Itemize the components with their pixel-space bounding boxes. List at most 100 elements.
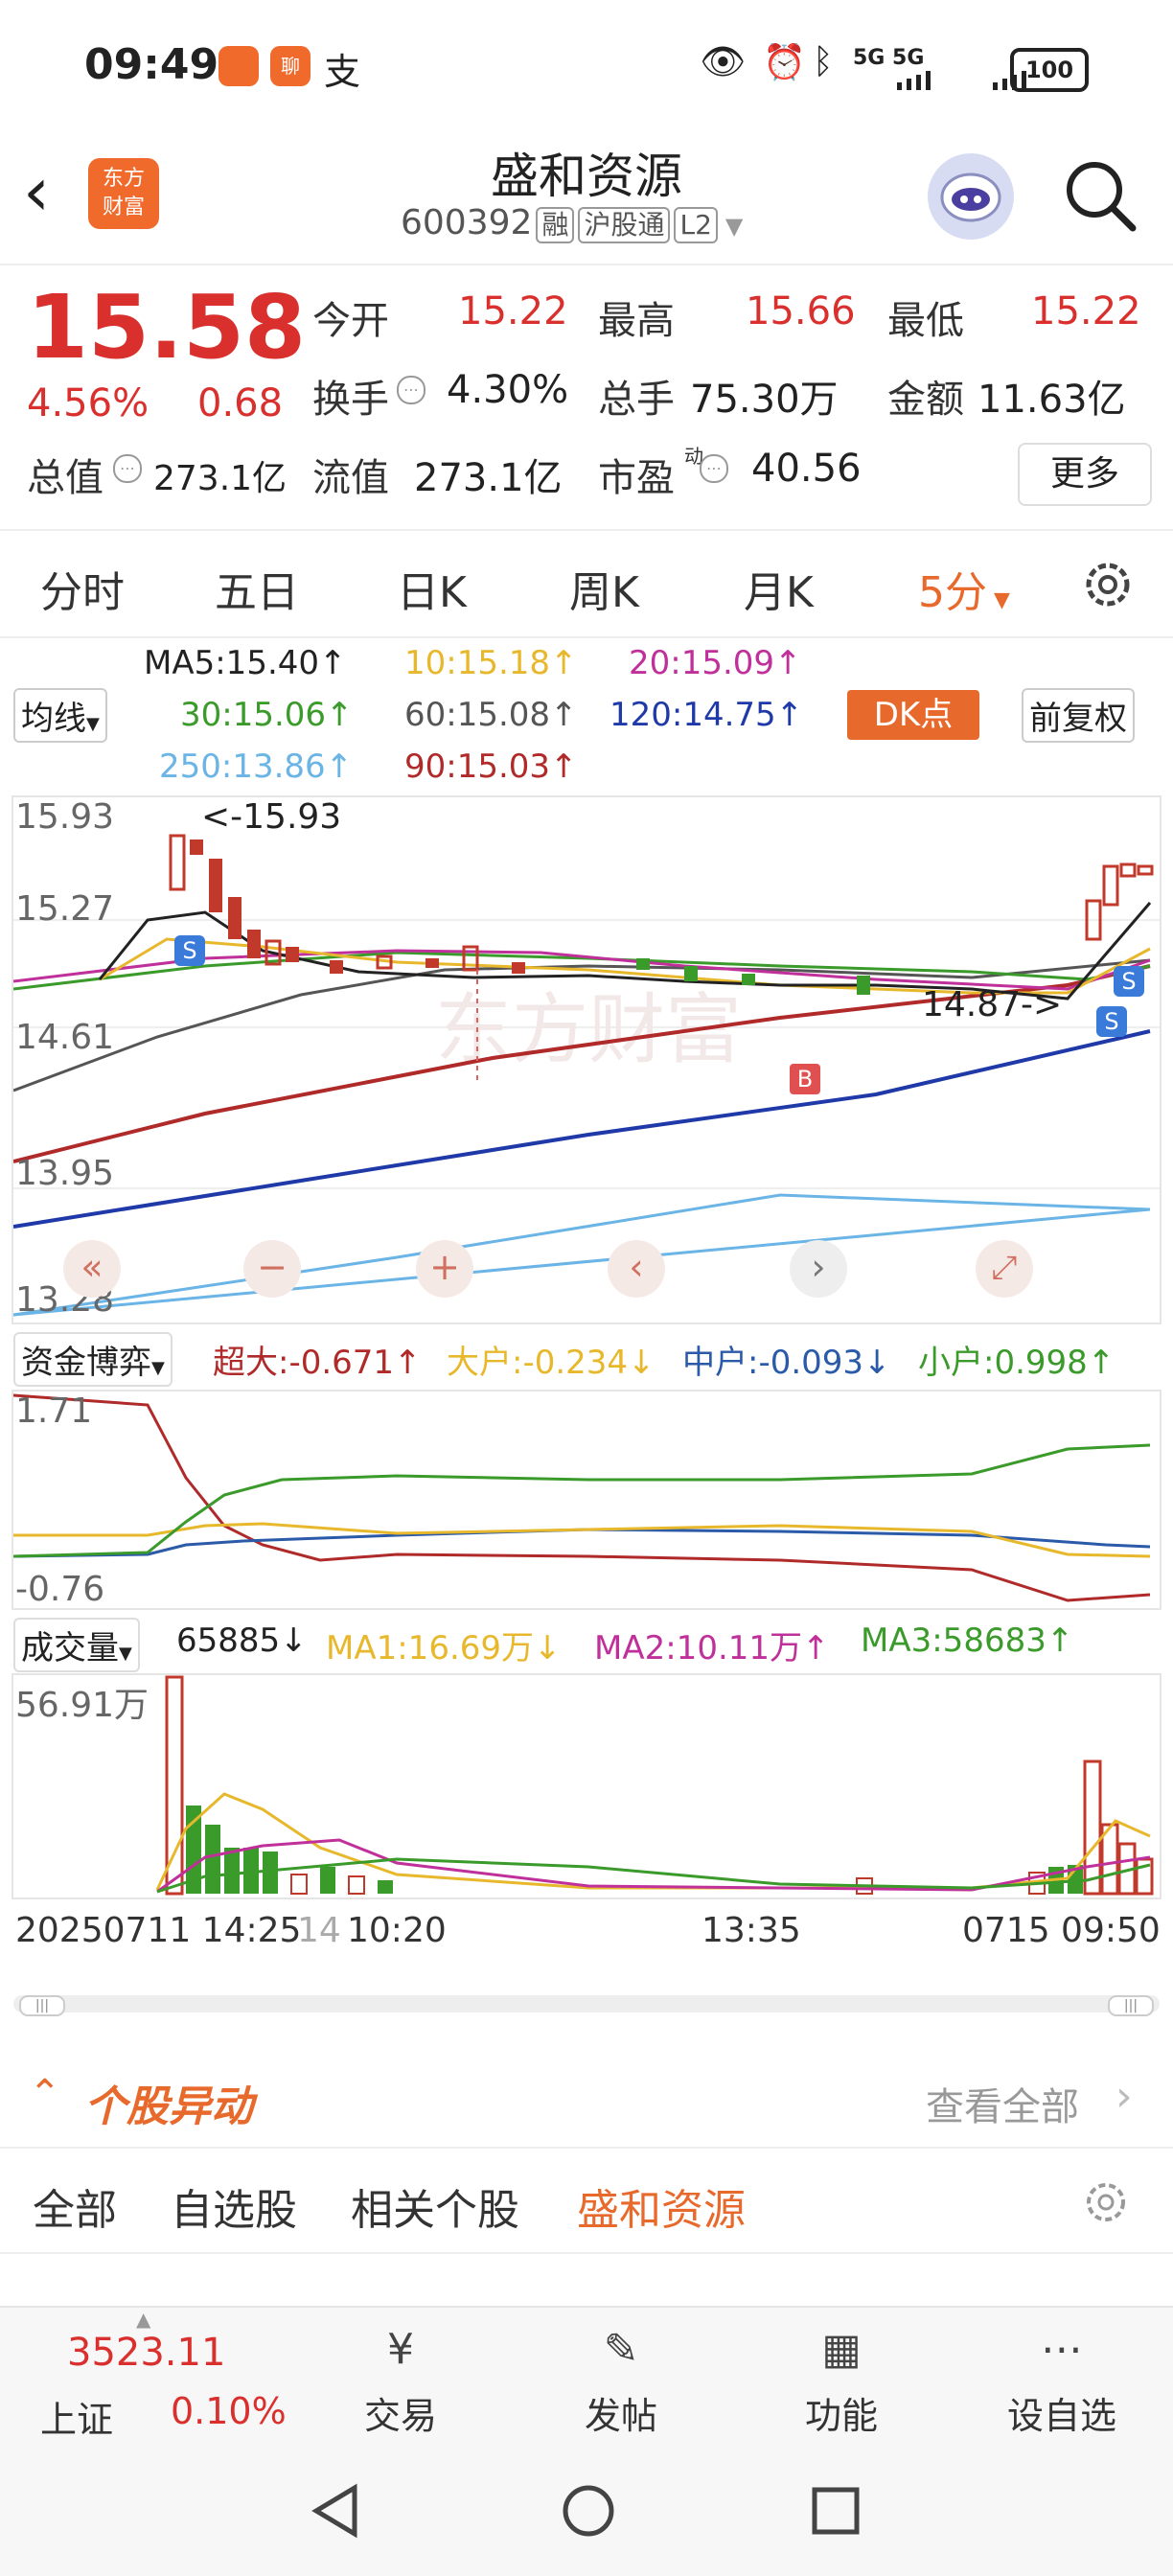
adjust-selector[interactable]: 前复权 [1022,688,1135,743]
alarm-icon: ⏰ [763,43,806,82]
view-all-link[interactable]: 查看全部 [926,2076,1079,2131]
fund-flow-chart[interactable]: 1.71 -0.76 [12,1390,1162,1610]
tab-weekly-k[interactable]: 周K [569,558,639,619]
expand-up-icon[interactable]: ▲ [136,2308,150,2331]
x-label-t2: 13:35 [702,1911,801,1950]
tab-five-day[interactable]: 五日 [215,558,299,619]
float-value: 273.1亿 [414,456,563,500]
zoom-out-icon[interactable]: − [243,1240,301,1298]
info-icon[interactable]: ⋯ [113,454,142,483]
volume-selector[interactable]: 成交量▼ [13,1618,140,1672]
mid-legend: 中户:-0.093↓ [682,1344,891,1382]
x-label-right: 0715 09:50 [962,1911,1161,1950]
bluetooth-icon: ᛒ [813,42,834,81]
filter-settings-icon[interactable] [1079,2175,1133,2233]
nav-add-watch[interactable]: ⋯ 设自选 [1004,2321,1119,2439]
index-change[interactable]: 0.10% [171,2390,287,2432]
battery-icon: 100 [1010,48,1089,92]
dropdown-arrow-icon: ▼ [119,1644,132,1664]
ma120-legend: 120:14.75↑ [610,696,804,734]
signal-icon: 5G 5G [853,46,925,70]
tab-daily-k[interactable]: 日K [397,558,467,619]
x-label-t1: 10:20 [347,1911,447,1950]
stock-header: ‹ 东方 财富 盛和资源 600392 融沪股通 L2 ▼ [0,134,1173,265]
low-label: 最低 [887,299,964,343]
alipay-notification-icon: 支 [324,51,361,93]
scroll-handle-right[interactable]: ||| [1108,1995,1154,2016]
ma60-legend: 60:15.08↑ [404,696,578,734]
rewind-icon[interactable]: « [63,1240,121,1298]
dropdown-arrow-icon: ▼ [724,213,744,240]
back-triangle-icon[interactable] [309,2482,362,2543]
zoom-in-icon[interactable]: + [416,1240,473,1298]
period-tabs: 分时 五日 日K 周K 月K 5分 ▼ [0,529,1173,638]
dk-point-button[interactable]: DK点 [847,690,979,740]
stock-code: 600392 [401,203,533,242]
y-label-3: 14.61 [15,1018,115,1057]
home-circle-icon[interactable] [560,2482,617,2543]
stock-alerts-header: ⌃ 个股异动 查看全部 › [0,2051,1173,2149]
y-label-4: 13.95 [15,1154,115,1193]
tab-monthly-k[interactable]: 月K [744,558,814,619]
info-icon[interactable]: ⋯ [700,454,728,483]
fund-selector[interactable]: 资金博弈▼ [13,1332,172,1387]
filter-current-stock[interactable]: 盛和资源 [577,2175,746,2237]
more-button[interactable]: 更多 [1018,443,1152,506]
chat-notification-icon: 聊 [270,46,310,86]
volume-label: 总手 [598,378,675,422]
alert-filter-tabs: 全部 自选股 相关个股 盛和资源 [0,2147,1173,2254]
search-icon[interactable] [1062,157,1138,238]
yen-cycle-icon: ¥ [387,2325,414,2374]
dropdown-arrow-icon: ▼ [987,588,1010,612]
chart-scrollbar[interactable] [13,1995,1160,2012]
tab-5min[interactable]: 5分 ▼ [918,558,1010,619]
ma90-legend: 90:15.03↑ [404,748,578,786]
volume-chart[interactable]: 56.91万 [12,1673,1162,1899]
svg-text:S: S [182,937,196,964]
stock-code-row[interactable]: 600392 融沪股通 L2 ▼ [401,203,743,243]
change-percent: 4.56% [27,381,150,426]
low-marker: 14.87-> [922,985,1063,1024]
x-label-separator: 14 [297,1911,341,1950]
chevron-right-icon[interactable]: › [1116,2072,1133,2121]
dropdown-arrow-icon: ▼ [151,1358,165,1378]
nav-post[interactable]: ✎ 发帖 [564,2321,678,2439]
open-value: 15.22 [458,289,568,334]
index-name[interactable]: 上证 [40,2390,113,2443]
settings-gear-icon[interactable] [1079,556,1137,617]
nav-trade[interactable]: ¥ 交易 [343,2321,458,2439]
svg-text:S: S [1104,1008,1118,1035]
kline-chart[interactable]: 东方财富 B S S S 15.93 15.27 14.61 13.95 13.… [12,795,1162,1324]
kline-svg: 东方财富 B S S S [12,834,1160,1317]
svg-text:B: B [797,1066,813,1092]
info-icon[interactable]: ⋯ [397,376,426,404]
ma30-legend: 30:15.06↑ [180,696,354,734]
pan-left-icon[interactable]: ‹ [608,1240,665,1298]
ma-selector[interactable]: 均线▼ [13,688,107,743]
svg-text:S: S [1121,968,1136,995]
pan-right-icon[interactable]: › [790,1240,847,1298]
robot-assistant-avatar[interactable] [928,153,1014,240]
mktcap-value: 273.1亿 [153,459,288,498]
filter-watchlist[interactable]: 自选股 [171,2175,297,2237]
grid-icon: ▦ [821,2325,862,2374]
ma10-legend: 10:15.18↑ [404,644,578,682]
scroll-handle-left[interactable]: ||| [19,1995,65,2016]
high-label: 最高 [598,299,675,343]
fullscreen-icon[interactable]: ⤢ [976,1240,1033,1298]
nav-functions[interactable]: ▦ 功能 [784,2321,899,2439]
bottom-nav-bar: ▲ 3523.11 上证 0.10% ¥ 交易 ✎ 发帖 ▦ 功能 ⋯ 设自选 [0,2306,1173,2451]
tab-intraday[interactable]: 分时 [40,558,125,619]
large-legend: 大户:-0.234↓ [447,1344,656,1382]
filter-related[interactable]: 相关个股 [351,2175,519,2237]
filter-all[interactable]: 全部 [33,2175,117,2237]
nav-add-watch-label: 设自选 [1006,2395,1116,2437]
ma5-legend: MA5:15.40↑ [144,644,347,682]
recents-square-icon[interactable] [811,2486,861,2540]
margin-tag: 融 [536,207,575,243]
low-value: 15.22 [1031,289,1141,334]
chevron-up-icon[interactable]: ⌃ [29,2072,61,2116]
fund-y-top: 1.71 [15,1392,93,1431]
more-dots-icon: ⋯ [1041,2325,1083,2374]
index-value[interactable]: 3523.11 [67,2331,225,2375]
